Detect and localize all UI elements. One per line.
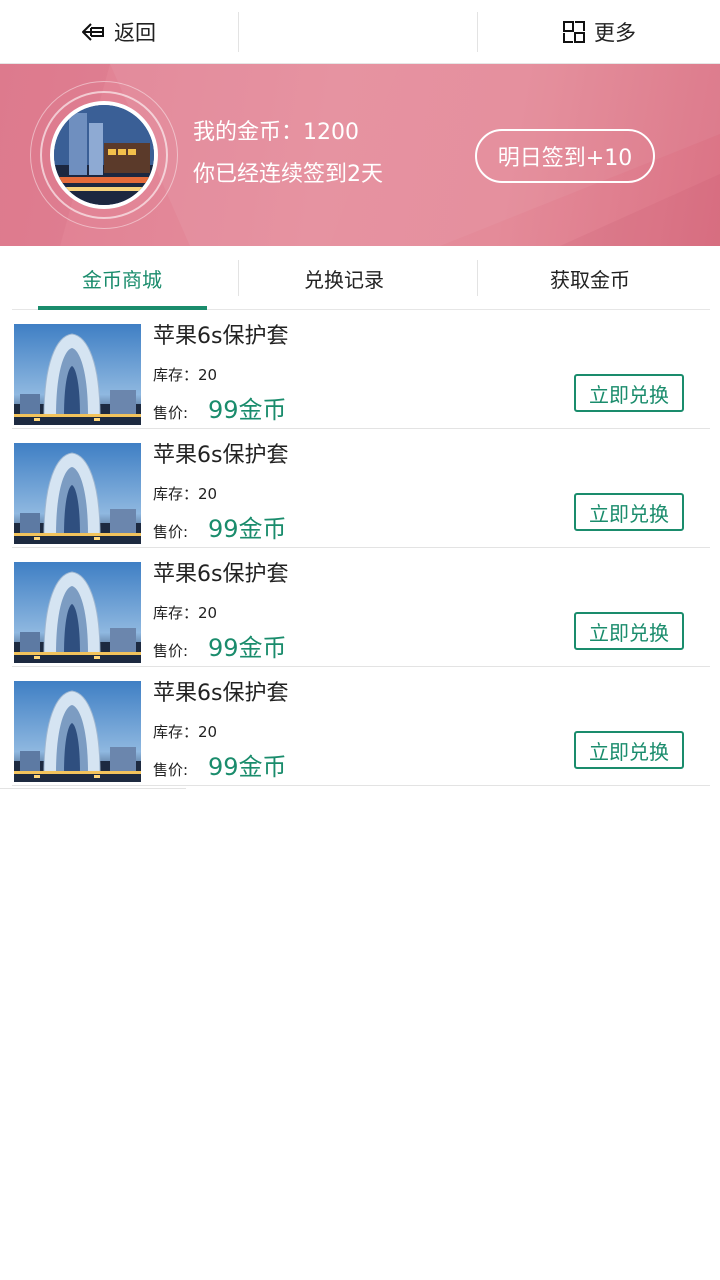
product-name: 苹果6s保护套	[153, 443, 289, 468]
product-image	[14, 681, 141, 782]
topbar-divider	[238, 12, 239, 52]
checkin-streak: 你已经连续签到2天	[193, 162, 383, 187]
more-button[interactable]: 更多	[562, 0, 636, 64]
list-end-divider	[0, 788, 186, 789]
product-list: 苹果6s保护套 库存：20 售价: 99金币 立即兑换 苹果6s保护套 库存：2…	[0, 310, 720, 786]
product-stock: 库存：20	[153, 366, 218, 384]
redeem-button[interactable]: 立即兑换	[574, 731, 684, 769]
product-image	[14, 443, 141, 544]
product-price-label: 售价:	[153, 642, 189, 660]
avatar[interactable]	[50, 101, 158, 209]
tab-coin-mall[interactable]: 金币商城	[12, 246, 232, 310]
product-price: 99金币	[208, 634, 287, 662]
tab-divider	[238, 260, 239, 296]
product-price-label: 售价:	[153, 761, 189, 779]
tab-divider	[477, 260, 478, 296]
topbar-divider	[477, 12, 478, 52]
product-thumbnail[interactable]	[14, 443, 141, 544]
product-stock: 库存：20	[153, 604, 218, 622]
product-row[interactable]: 苹果6s保护套 库存：20 售价: 99金币 立即兑换	[12, 548, 710, 667]
product-row[interactable]: 苹果6s保护套 库存：20 售价: 99金币 立即兑换	[12, 429, 710, 548]
grid-icon	[563, 21, 585, 43]
product-thumbnail[interactable]	[14, 681, 141, 782]
product-row[interactable]: 苹果6s保护套 库存：20 售价: 99金币 立即兑换	[12, 667, 710, 786]
tab-bar: 金币商城 兑换记录 获取金币	[0, 246, 720, 310]
product-price: 99金币	[208, 396, 287, 424]
product-name: 苹果6s保护套	[153, 562, 289, 587]
coin-balance: 我的金币：1200	[193, 120, 359, 145]
product-price-label: 售价:	[153, 404, 189, 422]
product-image	[14, 324, 141, 425]
arrow-left-icon	[82, 23, 104, 41]
product-thumbnail[interactable]	[14, 324, 141, 425]
back-label: 返回	[114, 21, 156, 45]
product-stock: 库存：20	[153, 723, 218, 741]
product-price: 99金币	[208, 753, 287, 781]
checkin-button[interactable]: 明日签到+10	[475, 129, 655, 183]
product-row[interactable]: 苹果6s保护套 库存：20 售价: 99金币 立即兑换	[12, 310, 710, 429]
coin-banner: 我的金币：1200 你已经连续签到2天 明日签到+10	[0, 64, 720, 246]
top-bar: 返回 更多	[0, 0, 720, 64]
product-image	[14, 562, 141, 663]
tab-earn-coins[interactable]: 获取金币	[480, 246, 700, 310]
tab-exchange-history[interactable]: 兑换记录	[244, 246, 444, 310]
product-price-label: 售价:	[153, 523, 189, 541]
product-price: 99金币	[208, 515, 287, 543]
more-label: 更多	[594, 21, 636, 45]
product-name: 苹果6s保护套	[153, 681, 289, 706]
redeem-button[interactable]: 立即兑换	[574, 493, 684, 531]
product-stock: 库存：20	[153, 485, 218, 503]
product-name: 苹果6s保护套	[153, 324, 289, 349]
redeem-button[interactable]: 立即兑换	[574, 374, 684, 412]
avatar-building-image	[54, 105, 154, 205]
product-thumbnail[interactable]	[14, 562, 141, 663]
back-button[interactable]: 返回	[80, 0, 156, 64]
redeem-button[interactable]: 立即兑换	[574, 612, 684, 650]
